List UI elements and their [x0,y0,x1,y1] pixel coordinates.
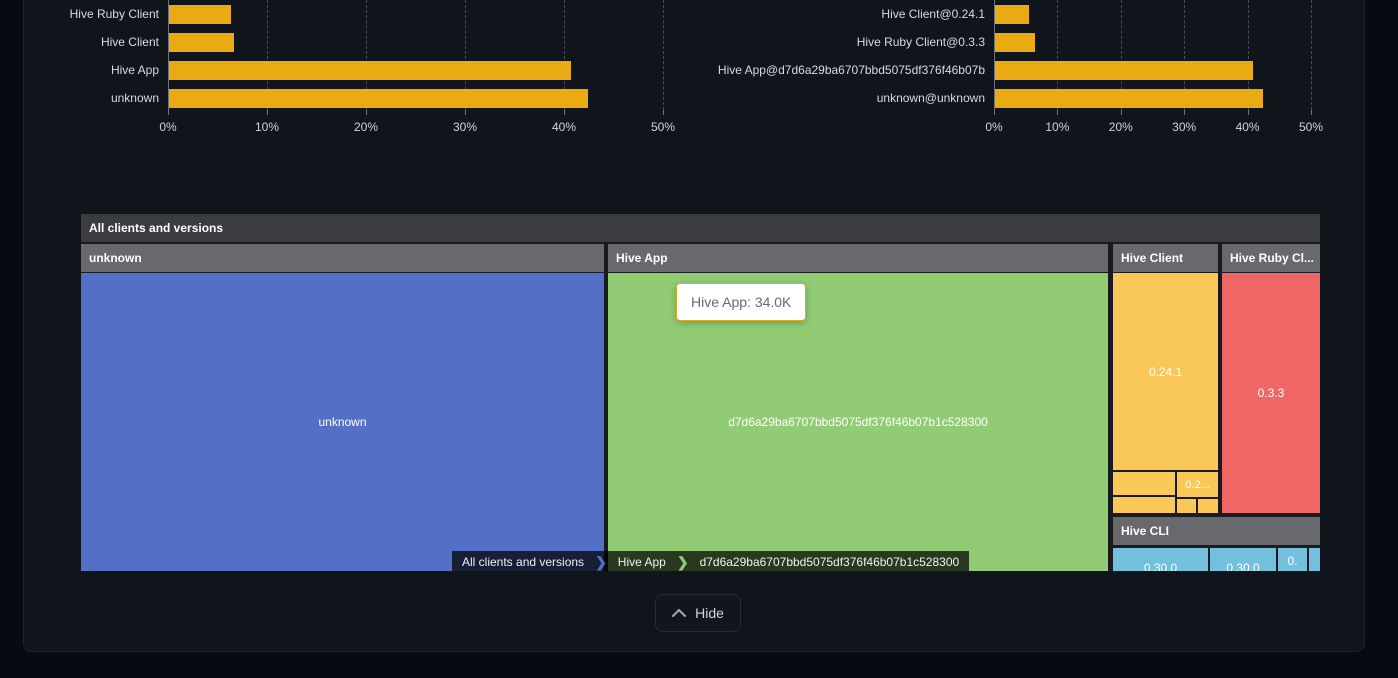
bar[interactable] [169,5,231,24]
x-axis-tick-label: 0% [962,120,1026,134]
treemap-cell-label: unknown [318,415,366,429]
treemap-cell-label: 0.30.0 [1113,561,1208,571]
treemap-root-header[interactable]: All clients and versions [81,214,1320,242]
axis-tick [1121,110,1122,115]
treemap-cell-label: 0.2... [1185,479,1209,491]
treemap-all-clients-and-versions: All clients and versions unknown unknown… [81,214,1320,571]
treemap-cell-hive-client-small[interactable] [1113,472,1175,495]
category-label: Hive Ruby Client@0.3.3 [685,35,985,50]
treemap-cell-label: 0.24.1 [1149,365,1182,379]
breadcrumb-item-root[interactable]: All clients and versions [452,551,594,571]
x-axis-tick-label: 40% [1216,120,1280,134]
treemap-cell-label: d7d6a29ba6707bbd5075df376f46b07b1c528300 [728,415,988,429]
breadcrumb-item-version[interactable]: d7d6a29ba6707bbd5075df376f46b07b1c528300 [690,551,970,571]
axis-tick [564,110,565,115]
axis-tick [1184,110,1185,115]
x-axis-tick-label: 10% [1025,120,1089,134]
treemap-cell-hive-client-0-24-1[interactable]: 0.24.1 [1113,273,1218,470]
treemap-cell-hive-cli-version[interactable]: 0.30.0 [1113,548,1208,571]
x-axis-tick-label: 30% [433,120,497,134]
axis-tick [366,110,367,115]
gridline [663,0,664,110]
x-axis-tick-label: 30% [1152,120,1216,134]
bar[interactable] [995,89,1263,108]
bar[interactable] [995,5,1029,24]
axis-tick [267,110,268,115]
axis-tick [465,110,466,115]
treemap-section-header-hive-app[interactable]: Hive App [608,244,1108,272]
category-label: Hive Client@0.24.1 [685,7,985,22]
treemap-cell-label: 0.30.0 [1210,561,1276,571]
treemap-cell-hive-cli-version[interactable] [1309,548,1320,571]
treemap-section-header-hive-ruby-client[interactable]: Hive Ruby Cl... [1222,244,1320,272]
treemap-cell-hive-ruby-0-3-3[interactable]: 0.3.3 [1222,273,1320,513]
x-axis-tick-label: 10% [235,120,299,134]
bar[interactable] [169,61,571,80]
treemap-breadcrumb: All clients and versions ❯ Hive App ❯ d7… [452,551,969,571]
treemap-cell-hive-cli-version[interactable]: 0.30.0 [1210,548,1276,571]
x-axis-tick-label: 0% [136,120,200,134]
treemap-cell-label: 0. [1278,554,1307,568]
axis-tick [663,110,664,115]
x-axis-tick-label: 20% [1089,120,1153,134]
treemap-section-header-hive-client[interactable]: Hive Client [1113,244,1218,272]
chart-tooltip: Hive App: 34.0K [676,283,806,321]
x-axis-tick-label: 50% [631,120,695,134]
x-axis-tick-label: 40% [532,120,596,134]
treemap-cell-unknown[interactable]: unknown [81,273,604,571]
category-label: Hive Client [0,35,159,50]
axis-tick [1057,110,1058,115]
treemap-cell-hive-cli-version[interactable]: 0. [1278,548,1307,571]
treemap-cell-hive-client-small[interactable] [1177,499,1196,513]
breadcrumb-item-hive-app[interactable]: Hive App [608,551,676,571]
category-label: unknown@unknown [685,91,985,106]
treemap-cell-hive-client-small[interactable]: 0.2... [1177,472,1218,497]
treemap-cell-hive-client-small[interactable] [1198,499,1218,513]
treemap-cell-hive-client-small[interactable] [1113,497,1175,513]
x-axis-tick-label: 20% [334,120,398,134]
gridline [1311,0,1312,110]
hide-button-label: Hide [695,605,724,621]
treemap-section-header-hive-cli[interactable]: Hive CLI [1113,517,1320,545]
chevron-up-icon [672,609,686,617]
hide-button[interactable]: Hide [655,594,741,632]
axis-tick [1311,110,1312,115]
treemap-section-header-unknown[interactable]: unknown [81,244,604,272]
x-axis-tick-label: 50% [1279,120,1343,134]
bar[interactable] [169,33,234,52]
chevron-right-icon: ❯ [676,551,690,571]
chevron-right-icon: ❯ [594,551,608,571]
axis-tick [1248,110,1249,115]
category-label: Hive Ruby Client [0,7,159,22]
category-label: Hive App@d7d6a29ba6707bbd5075df376f46b07… [685,63,985,78]
bar[interactable] [995,61,1253,80]
category-label: Hive App [0,63,159,78]
treemap-cell-label: 0.3.3 [1258,386,1285,400]
bar[interactable] [169,89,588,108]
bar[interactable] [995,33,1035,52]
category-label: unknown [0,91,159,106]
